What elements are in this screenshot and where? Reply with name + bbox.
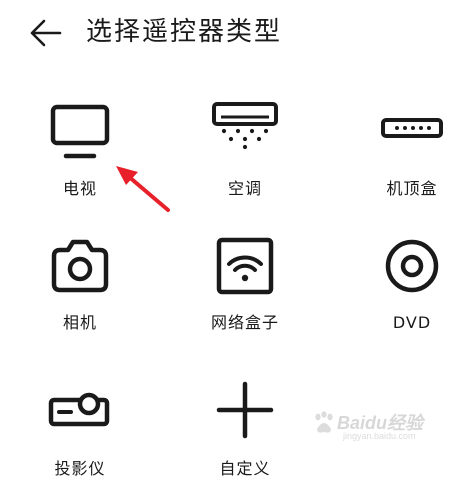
watermark-url: jingyan.baidu.com — [343, 431, 416, 441]
device-set-top-box[interactable]: 机顶盒 — [347, 98, 469, 208]
arrow-left-icon — [30, 19, 62, 47]
header: 选择遥控器类型 — [0, 0, 469, 66]
paw-icon — [315, 411, 333, 433]
device-network-box[interactable]: 网络盒子 — [180, 232, 310, 342]
network-box-icon — [210, 232, 280, 302]
device-label-dvd: DVD — [392, 313, 432, 332]
back-button[interactable] — [28, 18, 62, 48]
device-label-network-box: 网络盒子 — [210, 313, 279, 332]
device-label-camera: 相机 — [62, 313, 97, 332]
device-custom[interactable]: 自定义 — [180, 378, 310, 488]
device-label-custom: 自定义 — [219, 459, 271, 478]
projector-icon — [45, 378, 115, 448]
set-top-box-icon — [377, 98, 447, 168]
device-label-projector: 投影仪 — [54, 459, 106, 478]
device-camera[interactable]: 相机 — [15, 232, 145, 342]
tv-icon — [45, 98, 115, 168]
dvd-icon — [377, 232, 447, 302]
device-label-air-conditioner: 空调 — [227, 179, 262, 198]
device-tv[interactable]: 电视 — [15, 98, 145, 208]
watermark: Baidu经验 jingyan.baidu.com — [313, 409, 463, 443]
device-label-set-top-box: 机顶盒 — [386, 179, 438, 198]
air-conditioner-icon — [210, 98, 280, 168]
camera-icon — [45, 232, 115, 302]
device-projector[interactable]: 投影仪 — [15, 378, 145, 488]
watermark-brand: Baidu经验 — [337, 413, 424, 433]
device-dvd[interactable]: DVD — [347, 232, 469, 342]
device-label-tv: 电视 — [62, 179, 97, 198]
page-title: 选择遥控器类型 — [86, 17, 283, 47]
plus-icon — [210, 378, 280, 448]
device-air-conditioner[interactable]: 空调 — [180, 98, 310, 208]
